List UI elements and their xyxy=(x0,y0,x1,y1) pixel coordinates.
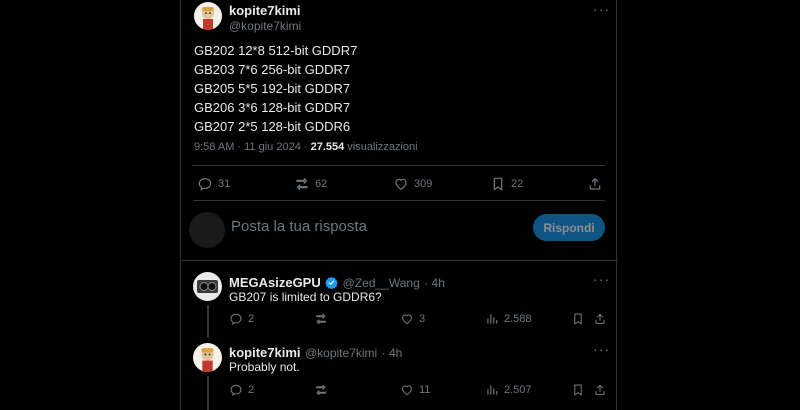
author-name[interactable]: kopite7kimi xyxy=(229,3,301,18)
bookmark-button[interactable]: 22 xyxy=(490,176,523,192)
share-button[interactable] xyxy=(587,176,603,192)
repost-count: 62 xyxy=(315,178,328,190)
reply-icon xyxy=(230,313,242,325)
more-icon[interactable]: ··· xyxy=(593,272,610,286)
repost-button[interactable] xyxy=(314,312,333,326)
reply-time[interactable]: · 4h xyxy=(382,346,403,360)
author-avatar[interactable] xyxy=(194,2,222,30)
thread-line xyxy=(207,305,209,338)
reply-text: GB207 is limited to GDDR6? xyxy=(229,290,382,304)
reply-text: Probably not. xyxy=(229,360,300,374)
share-icon xyxy=(589,178,601,190)
like-button[interactable]: 309 xyxy=(393,176,432,192)
reply-icon xyxy=(230,384,242,396)
reply-author-handle[interactable]: @Zed__Wang xyxy=(343,276,420,290)
reply-icon xyxy=(198,178,212,191)
reply-time[interactable]: · 4h xyxy=(424,276,445,290)
bookmark-icon xyxy=(574,313,582,325)
avatar-figure-icon xyxy=(201,348,214,372)
divider xyxy=(193,200,605,201)
reply-button[interactable]: 2 xyxy=(229,312,254,326)
views-label: visualizzazioni xyxy=(344,141,418,153)
share-icon xyxy=(595,384,605,395)
like-icon xyxy=(395,178,407,190)
divider xyxy=(181,260,618,261)
reply-submit-button[interactable]: Rispondi xyxy=(533,214,605,241)
avatar-gpu-icon xyxy=(197,280,218,293)
tweet-line: GB202 12*8 512-bit GDDR7 xyxy=(194,43,358,58)
more-icon[interactable]: ··· xyxy=(593,342,610,356)
like-icon xyxy=(402,314,412,325)
reply-avatar[interactable] xyxy=(193,343,222,372)
tweet-line: GB205 5*5 192-bit GDDR7 xyxy=(194,81,351,96)
tweet-line: GB203 7*6 256-bit GDDR7 xyxy=(194,62,351,77)
bookmark-icon xyxy=(574,384,582,396)
like-button[interactable]: 11 xyxy=(400,383,430,397)
reply-count: 2 xyxy=(248,313,255,325)
reply-count: 2 xyxy=(248,384,255,396)
reply-input[interactable]: Posta la tua risposta xyxy=(231,218,367,235)
composer-avatar xyxy=(189,212,225,248)
thread-line xyxy=(207,376,209,410)
like-count: 11 xyxy=(419,384,431,396)
views-icon xyxy=(487,314,498,324)
tweet-line: GB206 3*6 128-bit GDDR7 xyxy=(194,100,351,115)
like-count: 309 xyxy=(414,178,433,190)
like-count: 3 xyxy=(419,313,426,325)
share-button[interactable] xyxy=(593,383,607,397)
tweet-time[interactable]: 9:58 AM · 11 giu 2024 · xyxy=(194,141,311,153)
views-count: 2.588 xyxy=(504,313,532,325)
reply-button[interactable]: 2 xyxy=(229,383,254,397)
repost-icon xyxy=(316,384,326,396)
bookmark-button[interactable] xyxy=(571,383,585,397)
tweet-line: GB207 2*5 128-bit GDDR6 xyxy=(194,119,351,134)
verified-icon xyxy=(325,276,338,290)
like-button[interactable]: 3 xyxy=(400,312,425,326)
bookmark-icon xyxy=(493,177,503,191)
bookmark-count: 22 xyxy=(511,178,524,190)
more-icon[interactable]: ··· xyxy=(593,2,610,16)
repost-button[interactable] xyxy=(314,383,333,397)
reply-avatar[interactable] xyxy=(193,272,222,301)
author-handle[interactable]: @kopite7kimi xyxy=(229,19,301,33)
tweet-body: GB202 12*8 512-bit GDDR7 GB203 7*6 256-b… xyxy=(194,41,357,136)
reply-button[interactable]: 31 xyxy=(197,176,230,192)
reply-count: 31 xyxy=(218,178,231,190)
timeline-column: kopite7kimi @kopite7kimi ··· GB202 12*8 … xyxy=(180,0,618,410)
views-count: 27.554 xyxy=(310,141,345,153)
views-icon xyxy=(487,385,498,395)
tweet-meta: 9:58 AM · 11 giu 2024 · 27.554 visualizz… xyxy=(194,141,418,153)
reply-author-name[interactable]: MEGAsizeGPU xyxy=(229,275,321,290)
bookmark-button[interactable] xyxy=(571,312,585,326)
repost-button[interactable]: 62 xyxy=(294,176,327,192)
views-button[interactable]: 2.588 xyxy=(485,312,532,326)
repost-icon xyxy=(296,178,308,190)
views-count: 2.507 xyxy=(504,384,532,396)
share-button[interactable] xyxy=(593,312,607,326)
views-button[interactable]: 2.507 xyxy=(485,383,532,397)
reply-author-handle[interactable]: @kopite7kimi xyxy=(305,346,377,360)
like-icon xyxy=(402,385,412,396)
repost-icon xyxy=(316,313,326,325)
reply-author-name[interactable]: kopite7kimi xyxy=(229,345,301,360)
divider xyxy=(193,165,605,166)
avatar-figure-icon xyxy=(202,7,214,30)
share-icon xyxy=(595,313,605,324)
